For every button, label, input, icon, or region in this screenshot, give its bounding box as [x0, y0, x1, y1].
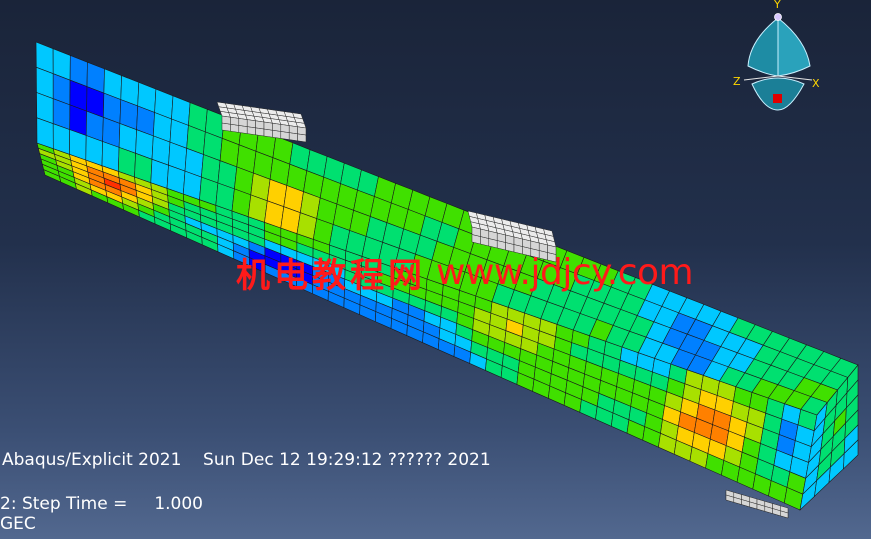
- plate-mesh-cell: [280, 124, 290, 133]
- plate-mesh-cell: [246, 119, 256, 129]
- output-variable-text: GEC: [0, 514, 36, 534]
- plate-mesh-cell: [263, 121, 273, 131]
- plate-mesh-cell: [272, 122, 282, 132]
- triad-origin-marker: [773, 94, 782, 103]
- y-axis-label: Y: [773, 0, 781, 11]
- view-triad[interactable]: Y Z X: [724, 0, 834, 120]
- solver-info-text: Abaqus/Explicit 2021 Sun Dec 12 19:29:12…: [2, 450, 491, 470]
- plate-mesh-cell: [238, 118, 248, 127]
- watermark-chinese: 机电教程网: [236, 256, 426, 296]
- triad-right-lobe: [777, 16, 811, 77]
- z-axis-label: Z: [733, 75, 741, 88]
- plate-mesh-cell: [255, 120, 265, 130]
- plate-mesh-cell: [297, 126, 307, 136]
- triad-left-lobe: [747, 16, 779, 77]
- watermark-url: www.jdjcy.com: [436, 252, 694, 293]
- plate-mesh-cell: [216, 101, 228, 109]
- y-axis-cap: [774, 13, 782, 21]
- plate-mesh-cell: [288, 125, 298, 135]
- watermark: 机电教程网 www.jdjcy.com: [236, 248, 694, 296]
- plate-mesh-cell: [221, 115, 231, 125]
- step-time-text: 2: Step Time = 1.000: [0, 494, 203, 514]
- abaqus-viewport[interactable]: 机电教程网 www.jdjcy.com Y Z X Abaqus/Explicit…: [0, 0, 871, 539]
- plate-mesh-cell: [230, 116, 240, 126]
- x-axis-label: X: [812, 77, 820, 90]
